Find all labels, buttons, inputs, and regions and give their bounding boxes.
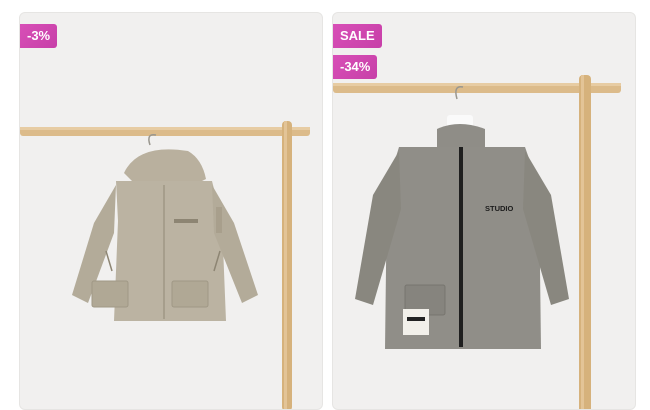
jacket-zip-grey-icon <box>355 86 569 349</box>
discount-badge: -34% <box>333 55 378 79</box>
sale-badge: SALE <box>333 24 382 48</box>
product-image[interactable] <box>20 13 322 409</box>
product-card[interactable]: -3% <box>19 12 323 410</box>
product-image[interactable]: STUDIO <box>333 13 635 409</box>
jacket-hooded-beige-icon <box>72 133 258 321</box>
jacket-print-text: STUDIO <box>485 204 514 213</box>
discount-badge: -3% <box>20 24 58 48</box>
product-card[interactable]: STUDIO SALE -34% <box>332 12 636 410</box>
